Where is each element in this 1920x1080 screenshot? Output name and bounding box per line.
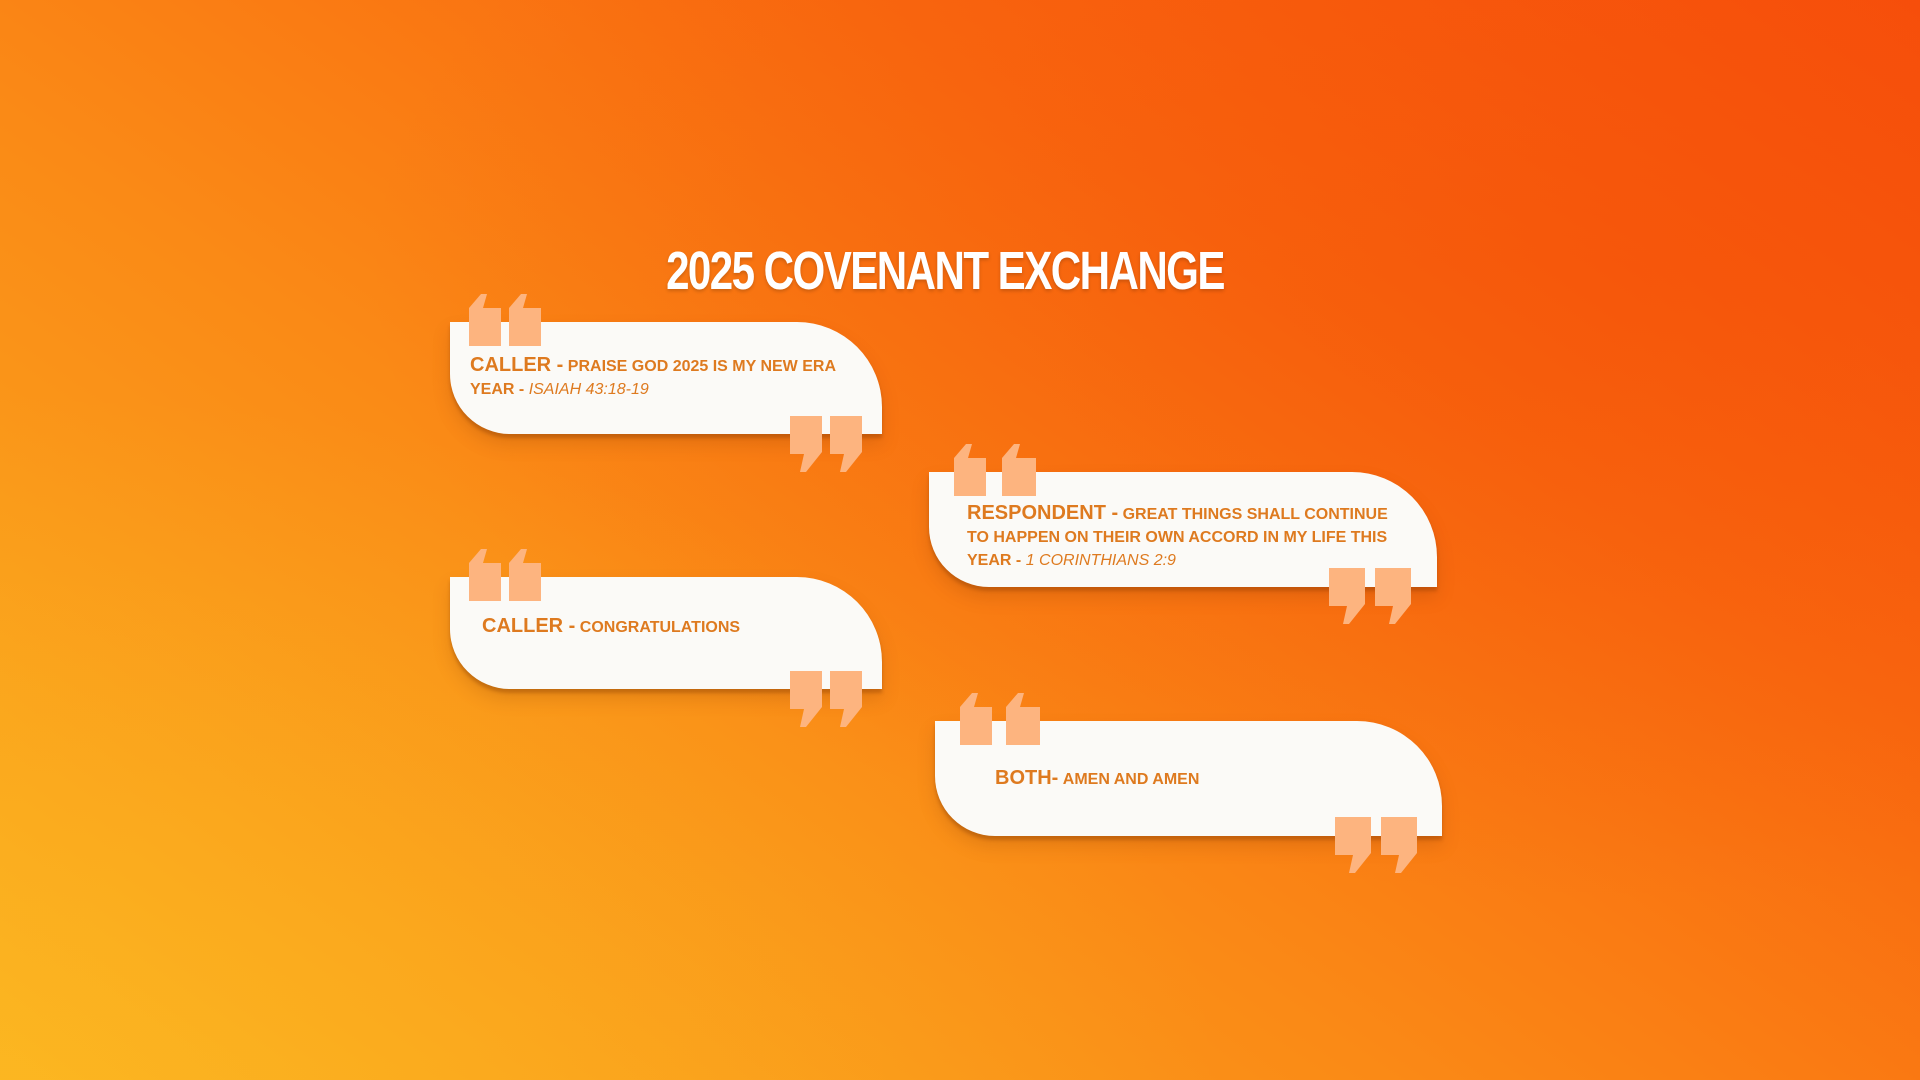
speaker-label: RESPONDENT - <box>967 502 1119 524</box>
speaker-label: BOTH- <box>995 767 1059 789</box>
close-quote-icon <box>790 416 862 472</box>
quote-line: GREAT THINGS SHALL CONTINUE <box>1122 506 1388 523</box>
speaker-label: CALLER - <box>482 615 576 637</box>
speaker-label: CALLER - <box>470 354 564 376</box>
quote-tail: YEAR - <box>967 552 1022 569</box>
open-quote-icon <box>469 549 541 601</box>
quote-line: AMEN AND AMEN <box>1062 771 1200 788</box>
scripture-reference: 1 CORINTHIANS 2:9 <box>1025 552 1176 569</box>
quote-line: PRAISE GOD 2025 IS MY NEW ERA <box>567 358 836 375</box>
quote-tail: YEAR - <box>470 381 525 398</box>
close-quote-icon <box>790 671 862 727</box>
quote-text: RESPONDENT - GREAT THINGS SHALL CONTINUE… <box>967 502 1388 572</box>
open-quote-icon <box>954 444 1036 496</box>
quote-text: CALLER - CONGRATULATIONS <box>482 615 740 639</box>
quote-line: CONGRATULATIONS <box>579 619 741 636</box>
quote-text: BOTH- AMEN AND AMEN <box>995 767 1199 791</box>
quote-text: CALLER - PRAISE GOD 2025 IS MY NEW ERA Y… <box>470 354 836 401</box>
page-title: 2025 COVENANT EXCHANGE <box>666 241 1225 301</box>
open-quote-icon <box>960 693 1040 745</box>
close-quote-icon <box>1329 568 1411 624</box>
open-quote-icon <box>469 294 541 346</box>
scripture-reference: ISAIAH 43:18-19 <box>528 381 649 398</box>
quote-line: TO HAPPEN ON THEIR OWN ACCORD IN MY LIFE… <box>967 529 1388 546</box>
close-quote-icon <box>1335 817 1417 873</box>
